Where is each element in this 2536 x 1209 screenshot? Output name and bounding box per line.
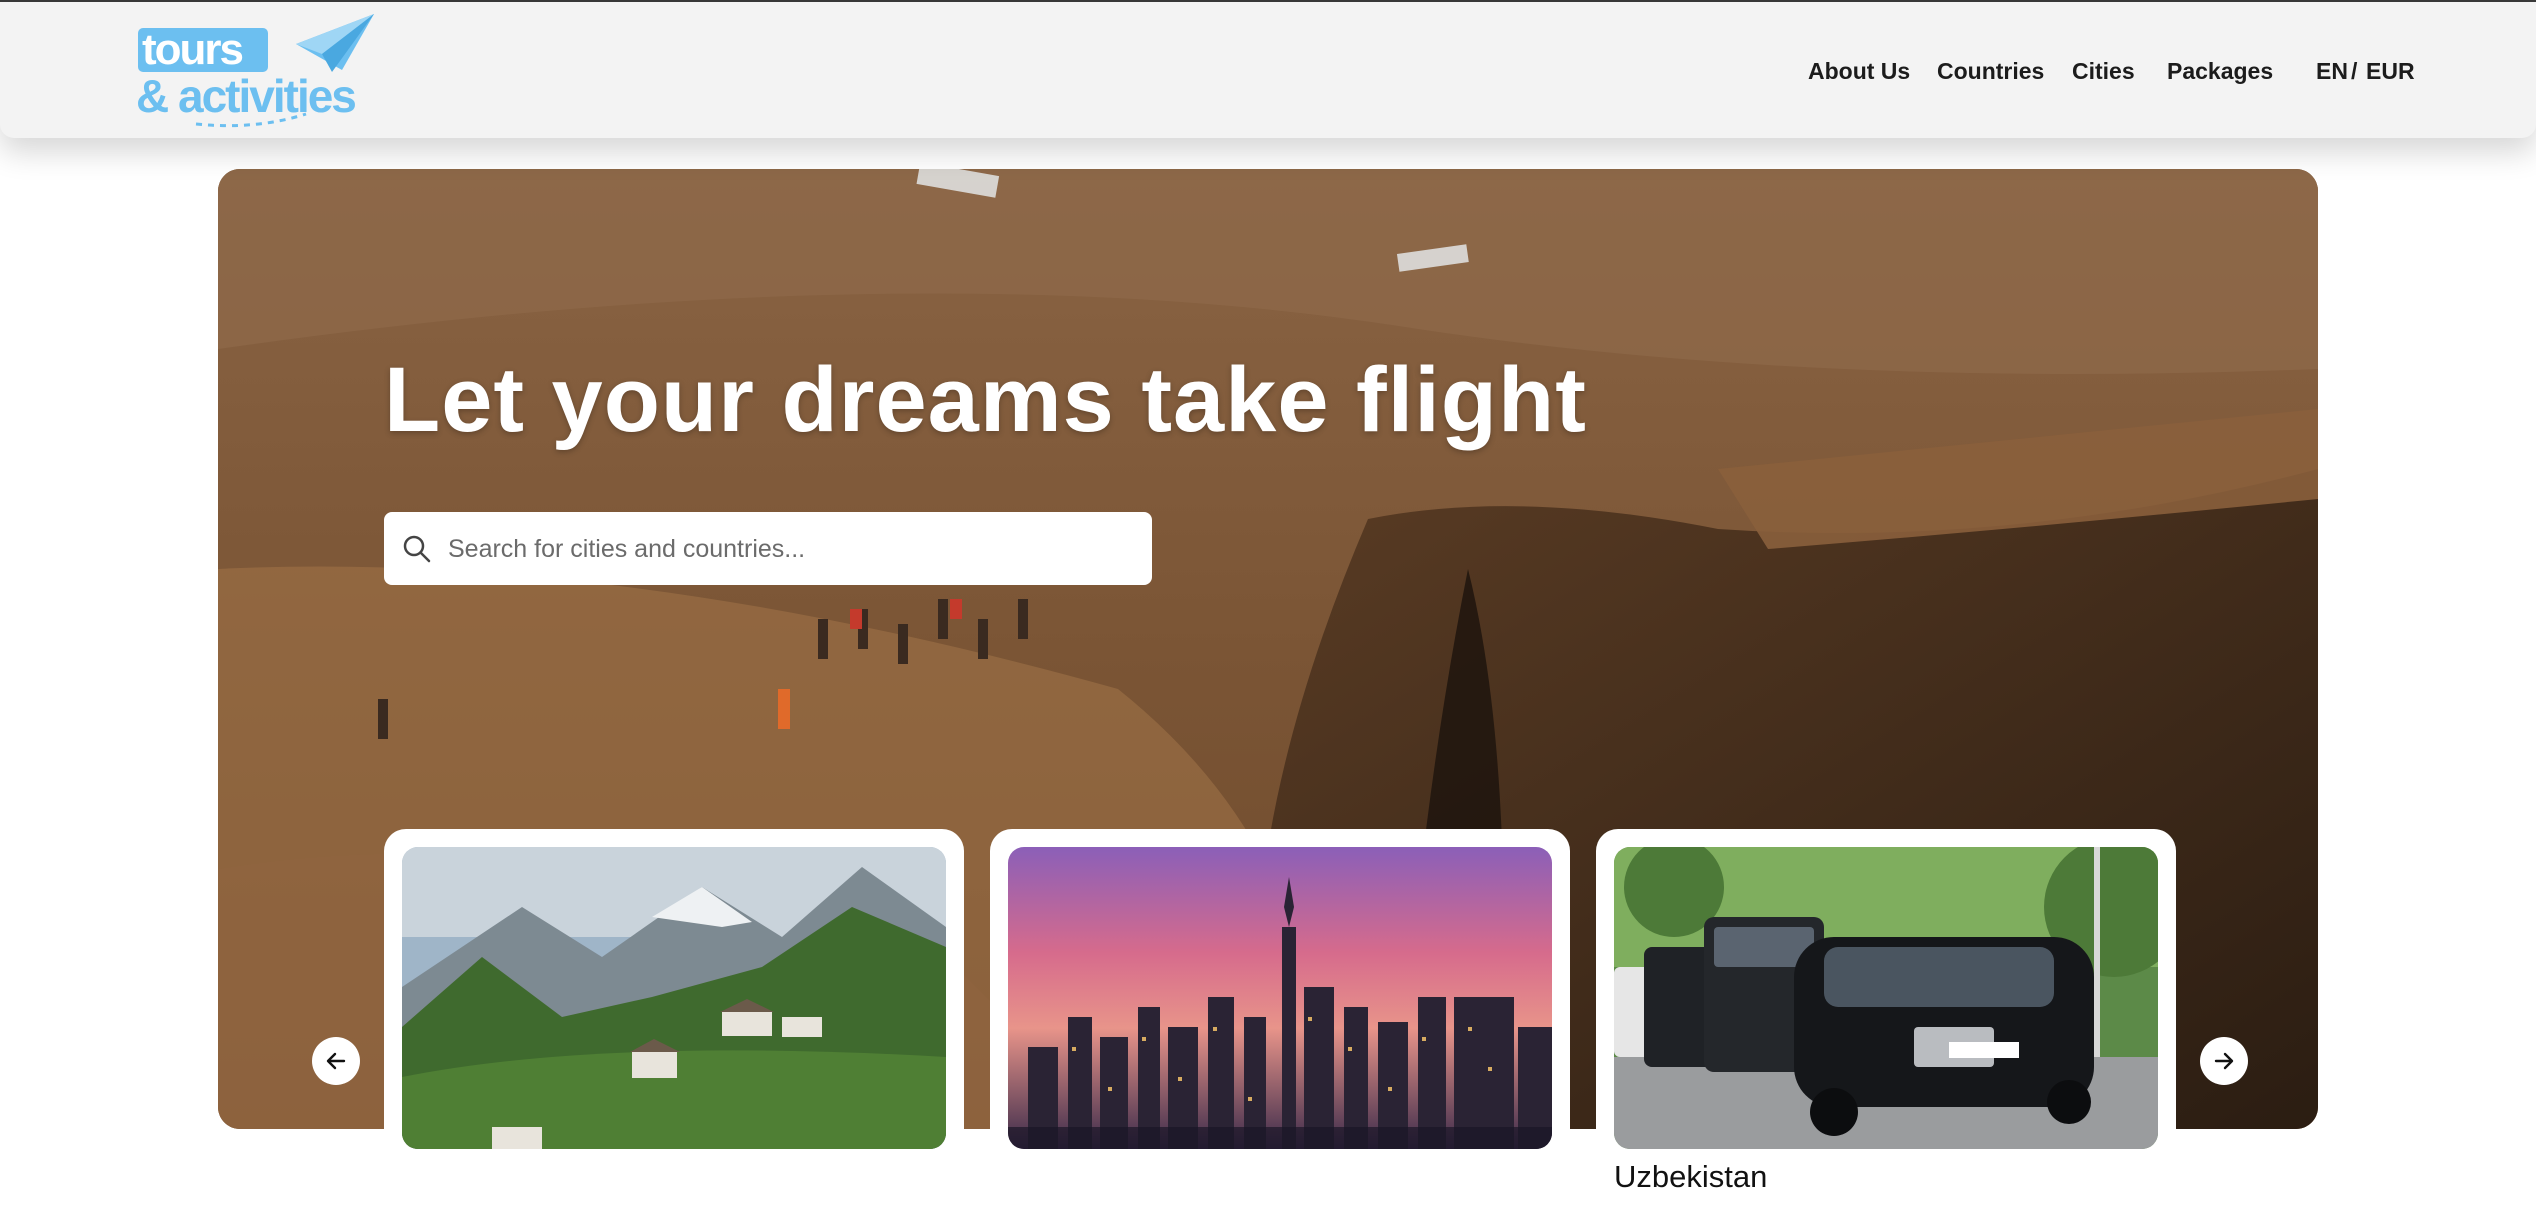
destination-card-1[interactable] — [384, 829, 964, 1209]
arrow-left-icon — [326, 1052, 346, 1070]
card-image-city-skyline — [1008, 847, 1552, 1149]
nav-about-us[interactable]: About Us — [1808, 56, 1910, 86]
destination-card-2[interactable] — [990, 829, 1570, 1209]
card-image-mountain-village — [402, 847, 946, 1149]
card-image-cars — [1614, 847, 2158, 1149]
paper-plane-icon — [296, 14, 374, 72]
lang-currency-separator: / — [2351, 58, 2358, 84]
currency-selector[interactable]: EUR — [2366, 56, 2415, 86]
carousel-next-button[interactable] — [2200, 1037, 2248, 1085]
nav-cities[interactable]: Cities — [2072, 56, 2135, 86]
nav-countries[interactable]: Countries — [1937, 56, 2044, 86]
arrow-right-icon — [2214, 1052, 2234, 1070]
svg-text:& activities: & activities — [136, 70, 355, 122]
card-title: Uzbekistan — [1614, 1159, 1768, 1194]
search-input[interactable] — [446, 524, 1130, 574]
site-header: tours & activities About Us Countries Ci… — [0, 2, 2536, 138]
hero-headline: Let your dreams take flight — [384, 349, 1587, 451]
search-box — [384, 512, 1152, 585]
search-icon — [403, 535, 431, 563]
svg-text:tours: tours — [142, 25, 243, 74]
language-selector[interactable]: EN — [2316, 56, 2348, 86]
nav-packages[interactable]: Packages — [2167, 56, 2273, 86]
site-logo[interactable]: tours & activities — [136, 14, 376, 132]
destination-card-uzbekistan[interactable]: Uzbekistan — [1596, 829, 2176, 1209]
carousel-prev-button[interactable] — [312, 1037, 360, 1085]
